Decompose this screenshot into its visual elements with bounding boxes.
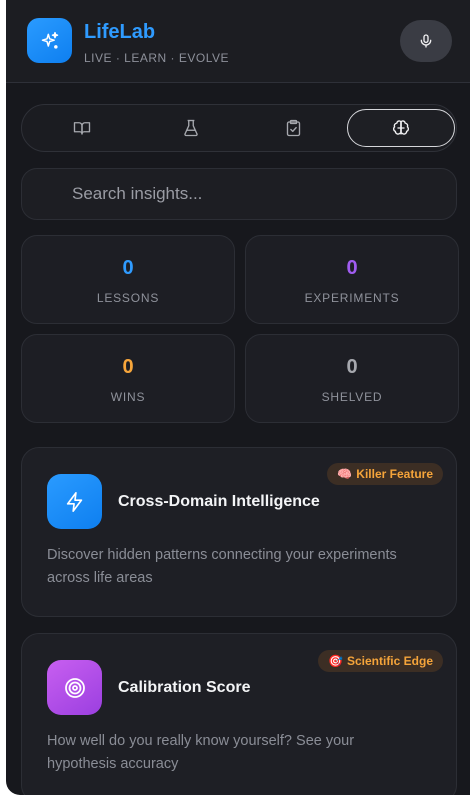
target-emoji-icon: 🎯 xyxy=(328,654,343,668)
header: LifeLab LIVE · LEARN · EVOLVE xyxy=(6,0,470,83)
brain-emoji-icon: 🧠 xyxy=(337,467,353,481)
stat-label: SHELVED xyxy=(321,390,383,404)
tab-insights[interactable] xyxy=(347,109,455,147)
tab-experiments[interactable] xyxy=(137,109,245,147)
stat-lessons: 0 LESSONS xyxy=(21,235,235,324)
microphone-button[interactable] xyxy=(400,20,452,62)
app-window: LifeLab LIVE · LEARN · EVOLVE Search ins… xyxy=(6,0,470,795)
flask-icon xyxy=(184,119,198,137)
stat-value: 0 xyxy=(122,257,134,279)
app-title: LifeLab xyxy=(84,21,156,43)
tab-bar xyxy=(21,104,457,152)
card-description: Discover hidden patterns connecting your… xyxy=(47,547,397,586)
tab-checklist[interactable] xyxy=(239,109,347,147)
app-subtitle: LIVE · LEARN · EVOLVE xyxy=(84,51,229,65)
stat-value: 0 xyxy=(346,257,358,279)
feature-badge: 🧠 Killer Feature xyxy=(327,463,443,485)
card-description: How well do you really know yourself? Se… xyxy=(47,733,355,772)
sparkles-icon xyxy=(27,18,72,63)
stat-value: 0 xyxy=(122,356,134,378)
stat-shelved: 0 SHELVED xyxy=(245,334,459,423)
target-icon xyxy=(47,660,102,715)
lightning-icon xyxy=(47,474,102,529)
card-title: Cross-Domain Intelligence xyxy=(118,493,320,510)
stat-wins: 0 WINS xyxy=(21,334,235,423)
stat-label: LESSONS xyxy=(96,291,160,305)
stat-value: 0 xyxy=(346,356,358,378)
stat-label: WINS xyxy=(110,390,146,404)
book-icon xyxy=(73,122,91,135)
microphone-icon xyxy=(420,34,432,48)
feature-card-cross-domain[interactable]: 🧠 Killer Feature Cross-Domain Intelligen… xyxy=(21,447,457,617)
search-input[interactable]: Search insights... xyxy=(21,168,457,220)
badge-label: Killer Feature xyxy=(356,467,433,481)
feature-badge: 🎯 Scientific Edge xyxy=(318,650,443,672)
feature-card-calibration[interactable]: 🎯 Scientific Edge Calibration Score How … xyxy=(21,633,457,795)
tab-lessons[interactable] xyxy=(28,109,136,147)
clipboard-check-icon xyxy=(286,119,300,137)
stat-experiments: 0 EXPERIMENTS xyxy=(245,235,459,324)
stat-label: EXPERIMENTS xyxy=(304,291,400,305)
card-title: Calibration Score xyxy=(118,679,251,696)
brain-icon xyxy=(392,120,410,135)
badge-label: Scientific Edge xyxy=(346,654,433,668)
